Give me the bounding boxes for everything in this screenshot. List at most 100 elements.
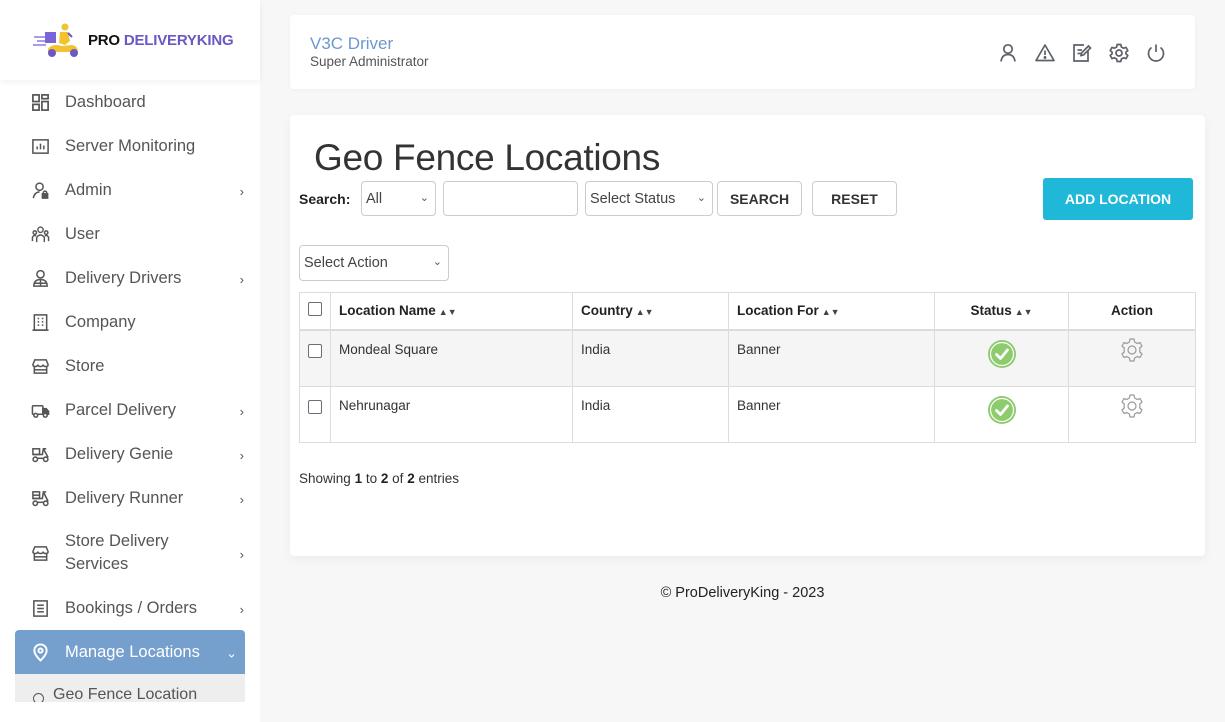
locations-table: Location Name ▲▼ Country ▲▼ Location For ▲▼… [299, 292, 1196, 443]
sort-icon: ▲▼ [1014, 307, 1033, 318]
table-row: Mondeal Square India Banner [299, 329, 1196, 387]
sidebar-item-delivery-drivers[interactable]: Delivery Drivers › [0, 256, 260, 300]
sidebar-item-server-monitoring[interactable]: Server Monitoring [0, 124, 260, 168]
user-name: V3C Driver [310, 34, 394, 53]
status-select[interactable]: Select Status ⌄ [585, 181, 713, 216]
store-icon [30, 356, 50, 376]
sort-icon: ▲▼ [635, 307, 654, 318]
search-label: Search: [299, 191, 351, 207]
geo-fence-card: Geo Fence Locations Search: All ⌄ Select… [290, 115, 1205, 556]
select-all-checkbox[interactable] [308, 302, 322, 317]
search-button[interactable]: SEARCH [717, 181, 802, 216]
status-cell [934, 386, 1069, 443]
sidebar-item-label: Store [65, 356, 105, 375]
sidebar-item-label: Delivery Drivers [65, 268, 182, 287]
search-input[interactable] [443, 181, 578, 216]
dashboard-icon [30, 92, 50, 112]
chevron-right-icon: › [239, 272, 244, 287]
delivery-scooter-logo-icon [33, 23, 78, 57]
country-cell: India [572, 386, 729, 443]
bulk-action-select[interactable]: Select Action ⌄ [299, 245, 449, 281]
document-icon [30, 598, 50, 618]
sidebar-item-label: Manage Locations [65, 642, 200, 661]
building-icon [30, 312, 50, 332]
search-field-select-value: All [366, 190, 383, 207]
users-icon [30, 224, 50, 244]
add-location-button[interactable]: ADD LOCATION [1043, 178, 1193, 220]
sidebar-item-delivery-genie[interactable]: Delivery Genie › [0, 432, 260, 476]
row-select-cell [299, 329, 331, 387]
column-status[interactable]: Status ▲▼ [934, 292, 1069, 331]
driver-icon [30, 268, 50, 288]
row-select-cell [299, 386, 331, 443]
location-for-cell: Banner [728, 386, 935, 443]
settings-icon[interactable] [1108, 42, 1130, 64]
chevron-right-icon: › [239, 492, 244, 507]
chevron-right-icon: › [239, 602, 244, 617]
status-select-value: Select Status [590, 190, 676, 207]
location-for-cell: Banner [728, 329, 935, 387]
admin-lock-icon [30, 180, 50, 200]
store-icon [30, 543, 50, 563]
column-action: Action [1068, 292, 1196, 331]
alert-icon[interactable] [1034, 42, 1056, 64]
chevron-right-icon: › [239, 448, 244, 463]
circle-icon [33, 693, 44, 702]
active-status-check-icon[interactable] [987, 395, 1017, 425]
footer-copyright: © ProDeliveryKing - 2023 [660, 585, 825, 601]
gear-icon[interactable] [1119, 337, 1145, 363]
brand-name: PRO DELIVERYKING [88, 31, 234, 49]
top-header: V3C Driver Super Administrator [290, 15, 1195, 89]
table-header-row: Location Name ▲▼ Country ▲▼ Location For ▲▼… [299, 292, 1196, 331]
sidebar-item-company[interactable]: Company [0, 300, 260, 344]
logo[interactable]: PRO DELIVERYKING [0, 0, 260, 80]
location-pin-icon [30, 642, 50, 662]
edit-note-icon[interactable] [1071, 42, 1093, 64]
search-field-select[interactable]: All ⌄ [361, 181, 436, 216]
sidebar-subitem-geo-fence-location[interactable]: Geo Fence Location [15, 674, 245, 702]
sidebar-item-label: Delivery Genie [65, 444, 174, 463]
chevron-down-icon: ⌄ [432, 256, 442, 268]
column-location-for[interactable]: Location For ▲▼ [728, 292, 935, 331]
sidebar-item-label: Company [65, 312, 136, 331]
sidebar-item-bookings-orders[interactable]: Bookings / Orders › [0, 586, 260, 630]
sidebar-item-label: Parcel Delivery [65, 400, 176, 419]
chart-icon [30, 136, 50, 156]
sidebar-item-label: Bookings / Orders [65, 598, 198, 617]
table-row: Nehrunagar India Banner [299, 386, 1196, 443]
action-cell [1068, 386, 1196, 443]
sidebar-item-manage-locations[interactable]: Manage Locations ⌄ [15, 630, 245, 674]
chevron-right-icon: › [239, 404, 244, 419]
sidebar-item-store-delivery-services[interactable]: Store Delivery Services › [0, 520, 260, 586]
sidebar-item-label: Delivery Runner [65, 488, 184, 507]
gear-icon[interactable] [1119, 393, 1145, 419]
sidebar-item-label: Dashboard [65, 92, 146, 111]
sidebar-item-label: Store Delivery Services [65, 532, 169, 573]
power-icon[interactable] [1145, 42, 1167, 64]
active-status-check-icon[interactable] [987, 339, 1017, 369]
table-info: Showing 1 to 2 of 2 entries [299, 471, 459, 486]
sidebar-item-admin[interactable]: Admin › [0, 168, 260, 212]
sidebar-item-user[interactable]: User [0, 212, 260, 256]
column-location-name[interactable]: Location Name ▲▼ [330, 292, 573, 331]
row-checkbox[interactable] [308, 400, 322, 414]
column-country[interactable]: Country ▲▼ [572, 292, 729, 331]
sidebar-item-parcel-delivery[interactable]: Parcel Delivery › [0, 388, 260, 432]
sidebar-nav: Dashboard Server Monitoring Admin › User… [0, 80, 260, 674]
sidebar-item-delivery-runner[interactable]: Delivery Runner › [0, 476, 260, 520]
sidebar-item-store[interactable]: Store [0, 344, 260, 388]
sidebar-item-label: Server Monitoring [65, 136, 196, 155]
chevron-right-icon: › [239, 547, 244, 562]
scooter-icon [30, 444, 50, 464]
sidebar: PRO DELIVERYKING Dashboard Server Monito… [0, 0, 260, 722]
header-actions [997, 42, 1167, 64]
row-checkbox[interactable] [308, 343, 322, 358]
sidebar-item-dashboard[interactable]: Dashboard [0, 80, 260, 124]
truck-icon [30, 400, 50, 420]
sidebar-item-label: User [65, 224, 100, 243]
chevron-right-icon: › [239, 184, 244, 199]
page-title: Geo Fence Locations [314, 137, 661, 178]
chevron-down-icon: ⌄ [226, 645, 237, 661]
profile-icon[interactable] [997, 42, 1019, 64]
reset-button[interactable]: RESET [812, 181, 897, 216]
